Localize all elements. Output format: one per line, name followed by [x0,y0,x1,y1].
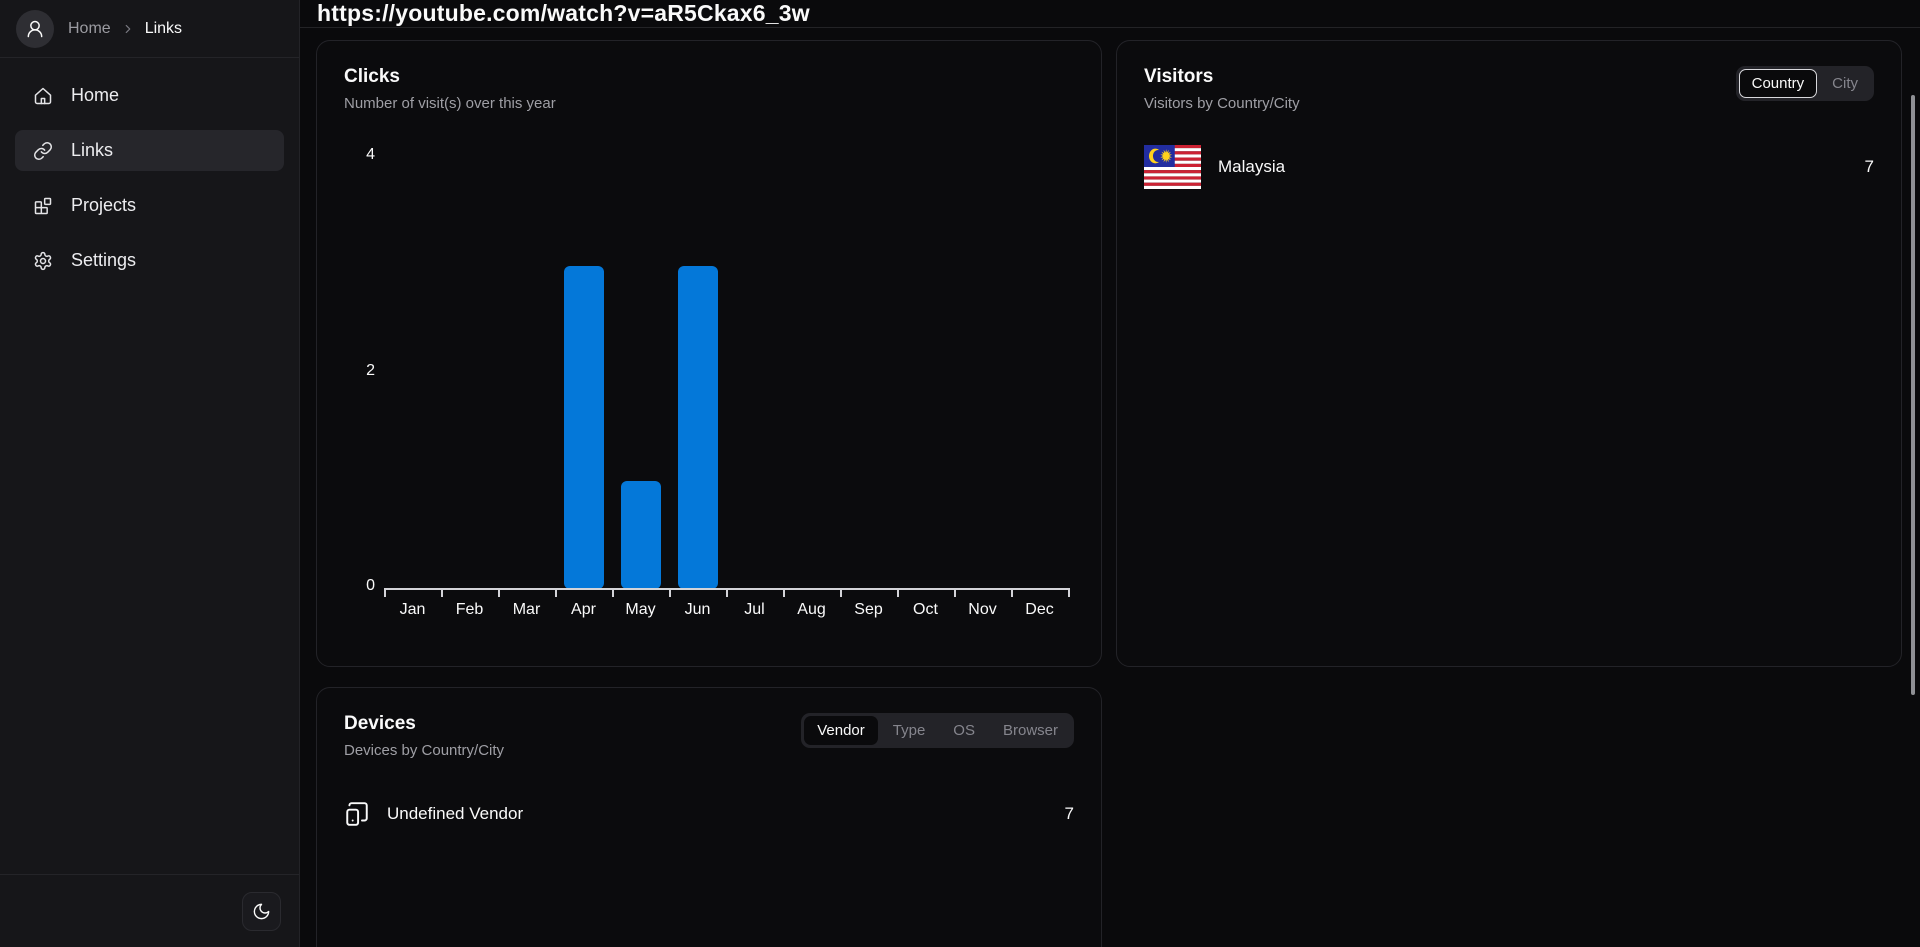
x-axis-tick [555,590,557,597]
device-count: 7 [1065,804,1074,824]
x-axis-tick [783,590,785,597]
blocks-icon [33,196,53,216]
x-axis-label-apr: Apr [555,601,612,619]
bar-jun[interactable] [678,266,718,589]
x-axis-tick [384,590,386,597]
x-axis-tick [612,590,614,597]
sidebar-nav: Home Links Projects Settings [0,58,299,281]
visitor-label: Malaysia [1218,157,1285,177]
sidebar-item-projects[interactable]: Projects [15,185,284,226]
devices-card-header: Devices Devices by Country/City VendorTy… [317,688,1101,759]
visitor-count: 7 [1865,157,1874,177]
sidebar-topbar: Home Links [0,0,299,58]
x-axis-label-jan: Jan [384,601,441,619]
tab-os[interactable]: OS [940,716,988,745]
x-axis-label-sep: Sep [840,601,897,619]
visitors-card-subtitle: Visitors by Country/City [1144,95,1300,112]
malaysia-flag [1144,145,1201,189]
x-axis-tick [1068,590,1070,597]
theme-toggle-button[interactable] [242,892,281,931]
x-axis-tick [726,590,728,597]
devices-rows: Undefined Vendor 7 [317,792,1101,836]
vertical-scrollbar-thumb[interactable] [1911,95,1915,695]
visitors-country-city-toggle: CountryCity [1736,66,1874,101]
x-axis-tick [1011,590,1013,597]
visitors-card-header: Visitors Visitors by Country/City Countr… [1117,41,1901,112]
sidebar-item-settings[interactable]: Settings [15,240,284,281]
x-axis-tick [441,590,443,597]
y-axis-tick-label: 0 [335,577,375,595]
content-grid: Clicks Number of visit(s) over this year… [300,28,1920,947]
visitors-card-title: Visitors [1144,66,1300,88]
tab-type[interactable]: Type [880,716,939,745]
moon-icon [252,902,271,921]
devices-card-subtitle: Devices by Country/City [344,742,504,759]
main-area: https://youtube.com/watch?v=aR5Ckax6_3w … [300,0,1920,947]
x-axis-label-may: May [612,601,669,619]
x-axis-tick [498,590,500,597]
sidebar-item-label: Settings [71,250,136,271]
devices-card: Devices Devices by Country/City VendorTy… [316,687,1102,947]
chevron-right-icon [121,22,135,36]
x-axis-label-feb: Feb [441,601,498,619]
x-axis-label-mar: Mar [498,601,555,619]
title-bar: https://youtube.com/watch?v=aR5Ckax6_3w [300,0,1920,28]
sidebar: Home Links Home Links Projects Settings [0,0,300,947]
visitors-card: Visitors Visitors by Country/City Countr… [1116,40,1902,667]
user-icon [25,19,45,39]
x-axis-tick [840,590,842,597]
link-icon [33,141,53,161]
y-axis-tick-label: 2 [335,362,375,380]
x-axis-label-oct: Oct [897,601,954,619]
sidebar-item-home[interactable]: Home [15,75,284,116]
clicks-bar-chart: 0 2 4 JanFebMarAprMayJunJulAugSepOctNovDec [317,41,1101,666]
clicks-card: Clicks Number of visit(s) over this year… [316,40,1102,667]
breadcrumb-current: Links [145,20,182,38]
sidebar-item-label: Home [71,85,119,106]
tab-browser[interactable]: Browser [990,716,1071,745]
breadcrumb-home[interactable]: Home [68,20,111,38]
y-axis-tick-label: 4 [335,146,375,164]
sidebar-item-label: Links [71,140,113,161]
x-axis-tick [954,590,956,597]
breadcrumb: Home Links [68,20,182,38]
page-title: https://youtube.com/watch?v=aR5Ckax6_3w [317,0,810,27]
x-axis-label-aug: Aug [783,601,840,619]
gear-icon [33,251,53,271]
x-axis-tick [669,590,671,597]
x-axis-label-jul: Jul [726,601,783,619]
x-axis-tick [897,590,899,597]
sidebar-item-links[interactable]: Links [15,130,284,171]
sidebar-bottom [0,874,299,947]
home-icon [33,86,53,106]
visitors-rows: Malaysia 7 [1117,145,1901,189]
bar-may[interactable] [621,481,661,589]
x-axis-label-jun: Jun [669,601,726,619]
x-axis-label-dec: Dec [1011,601,1068,619]
tab-vendor[interactable]: Vendor [804,716,878,745]
device-row: Undefined Vendor 7 [344,792,1074,836]
tablet-smartphone-icon [344,801,370,827]
bar-apr[interactable] [564,266,604,589]
toggle-city[interactable]: City [1819,69,1871,98]
toggle-country[interactable]: Country [1739,69,1818,98]
devices-tabs: VendorTypeOSBrowser [801,713,1074,748]
device-label: Undefined Vendor [387,804,523,824]
avatar[interactable] [16,10,54,48]
visitor-row: Malaysia 7 [1144,145,1874,189]
sidebar-spacer [0,281,299,874]
sidebar-item-label: Projects [71,195,136,216]
devices-card-title: Devices [344,713,504,735]
x-axis-label-nov: Nov [954,601,1011,619]
